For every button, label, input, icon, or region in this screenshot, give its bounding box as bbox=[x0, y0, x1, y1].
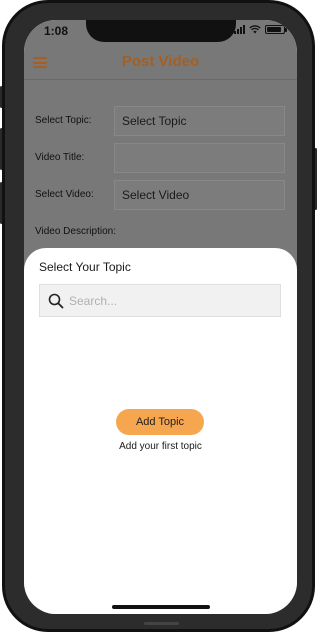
battery-icon bbox=[265, 25, 287, 34]
status-time: 1:08 bbox=[44, 24, 69, 38]
video-label: Select Video: bbox=[35, 189, 94, 200]
status-icons bbox=[234, 25, 287, 34]
phone-mockup: 1:08 Post Video Select Topic: Select Top… bbox=[0, 0, 317, 632]
video-row: Select Video: Select Video bbox=[35, 180, 285, 210]
topic-select[interactable]: Select Topic bbox=[114, 106, 285, 136]
topic-bottom-sheet: Select Your Topic Add Topic Add your fir… bbox=[24, 248, 297, 614]
sheet-title: Select Your Topic bbox=[39, 260, 131, 274]
add-topic-button[interactable]: Add Topic bbox=[116, 409, 204, 435]
search-icon bbox=[48, 293, 64, 309]
phone-frame: 1:08 Post Video Select Topic: Select Top… bbox=[2, 0, 315, 632]
battery-level bbox=[267, 27, 281, 32]
video-select[interactable]: Select Video bbox=[114, 180, 285, 210]
topic-row: Select Topic: Select Topic bbox=[35, 106, 285, 136]
title-label: Video Title: bbox=[35, 152, 85, 163]
title-input[interactable] bbox=[114, 143, 285, 173]
phone-notch bbox=[86, 20, 236, 42]
wifi-icon bbox=[249, 25, 261, 34]
search-input[interactable] bbox=[69, 285, 274, 316]
search-box[interactable] bbox=[39, 284, 281, 317]
empty-state-hint: Add your first topic bbox=[119, 441, 202, 452]
phone-screen: 1:08 Post Video Select Topic: Select Top… bbox=[24, 20, 297, 614]
phone-bottom-detail bbox=[144, 622, 179, 625]
app-bar: Post Video bbox=[24, 44, 297, 80]
home-indicator bbox=[112, 605, 210, 609]
title-row: Video Title: bbox=[35, 143, 285, 173]
page-title: Post Video bbox=[121, 53, 200, 70]
description-label: Video Description: bbox=[35, 226, 116, 237]
topic-label: Select Topic: bbox=[35, 115, 92, 126]
